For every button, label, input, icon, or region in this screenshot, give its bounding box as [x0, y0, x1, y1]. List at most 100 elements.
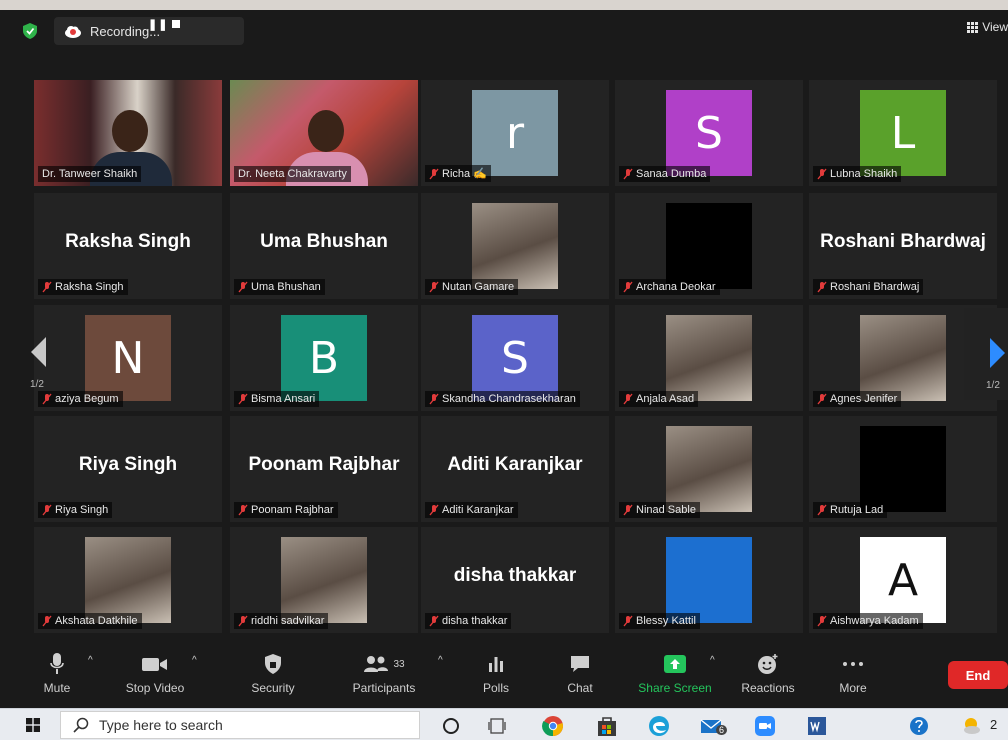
- participant-tile[interactable]: Archana Deokar: [615, 193, 803, 299]
- participant-tile[interactable]: Roshani Bhardwaj Roshani Bhardwaj: [809, 193, 997, 299]
- microphone-icon: [50, 653, 64, 674]
- participant-silhouette: [308, 110, 344, 152]
- participant-tile[interactable]: r Richa ✍: [421, 80, 609, 186]
- participant-display-name: Riya Singh: [78, 454, 178, 475]
- taskbar-search-box[interactable]: Type here to search: [60, 711, 420, 739]
- stop-video-label: Stop Video: [125, 681, 185, 695]
- chat-label: Chat: [567, 681, 593, 695]
- participant-name: Lubna Shaikh: [830, 168, 898, 180]
- grid-view-icon: [967, 21, 979, 33]
- participant-tile[interactable]: S Sanaa Dumba: [615, 80, 803, 186]
- participant-name-tag: Richa ✍: [425, 165, 491, 182]
- audio-options-caret[interactable]: ^: [88, 655, 93, 666]
- profile-photo: [472, 203, 558, 289]
- view-button[interactable]: View: [967, 20, 1008, 34]
- participant-tile[interactable]: B Bisma Ansari: [230, 305, 418, 411]
- participant-display-name: disha thakkar: [453, 565, 577, 586]
- share-options-caret[interactable]: ^: [710, 655, 715, 666]
- participant-name-tag: Lubna Shaikh: [813, 166, 902, 182]
- windows-taskbar: Type here to search 6 2: [0, 708, 1008, 740]
- chat-icon: [571, 656, 589, 672]
- participant-tile[interactable]: Rutuja Lad: [809, 416, 997, 522]
- polls-button[interactable]: Polls: [456, 651, 536, 695]
- stop-recording-button[interactable]: [172, 20, 180, 28]
- cloud-record-icon: [65, 26, 81, 38]
- participant-name-tag: Dr. Neeta Chakravarty: [234, 166, 351, 182]
- participant-tile[interactable]: riddhi sadvilkar: [230, 527, 418, 633]
- participants-button[interactable]: 33 Participants: [344, 651, 424, 695]
- participant-tile[interactable]: Dr. Tanweer Shaikh: [34, 80, 222, 186]
- participant-tile[interactable]: Akshata Datkhile: [34, 527, 222, 633]
- participant-name: Anjala Asad: [636, 393, 695, 405]
- participant-tile[interactable]: Nutan Gamare: [421, 193, 609, 299]
- participant-silhouette: [112, 110, 148, 152]
- chat-button[interactable]: Chat: [540, 651, 620, 695]
- participant-display-name: Uma Bhushan: [260, 231, 388, 252]
- muted-mic-icon: [238, 615, 248, 627]
- participant-tile[interactable]: Uma Bhushan Uma Bhushan: [230, 193, 418, 299]
- muted-mic-icon: [817, 281, 827, 293]
- participant-tile[interactable]: Riya Singh Riya Singh: [34, 416, 222, 522]
- video-options-caret[interactable]: ^: [192, 655, 197, 666]
- more-button[interactable]: More: [813, 651, 893, 695]
- participants-label: Participants: [352, 681, 416, 695]
- reactions-button[interactable]: Reactions: [728, 651, 808, 695]
- windows-start-icon[interactable]: [26, 718, 40, 732]
- muted-mic-icon: [623, 168, 633, 180]
- previous-page-button[interactable]: 1/2: [28, 305, 68, 400]
- avatar-letter: S: [666, 90, 752, 176]
- participant-tile[interactable]: Blessy Kattil: [615, 527, 803, 633]
- pause-recording-button[interactable]: ❚❚: [148, 18, 168, 31]
- participant-tile[interactable]: Raksha Singh Raksha Singh: [34, 193, 222, 299]
- next-page-button[interactable]: 1/2: [964, 308, 1008, 400]
- participant-tile[interactable]: disha thakkar disha thakkar: [421, 527, 609, 633]
- participant-name-tag: Anjala Asad: [619, 391, 699, 407]
- smiley-icon: [758, 654, 778, 674]
- participants-icon: [364, 656, 389, 672]
- participant-tile[interactable]: Ninad Sable: [615, 416, 803, 522]
- participant-tile[interactable]: Poonam Rajbhar Poonam Rajbhar: [230, 416, 418, 522]
- help-icon[interactable]: [908, 715, 930, 737]
- view-button-label: View: [982, 20, 1008, 34]
- participant-tile[interactable]: L Lubna Shaikh: [809, 80, 997, 186]
- participant-tile[interactable]: S Skandha Chandrasekharan: [421, 305, 609, 411]
- participants-options-caret[interactable]: ^: [438, 655, 443, 666]
- participant-name-tag: Skandha Chandrasekharan: [425, 391, 580, 407]
- weather-icon[interactable]: [960, 715, 982, 737]
- participant-name: Nutan Gamare: [442, 281, 515, 293]
- muted-mic-icon: [623, 615, 633, 627]
- profile-photo: [85, 537, 171, 623]
- task-view-icon[interactable]: [486, 715, 508, 737]
- more-label: More: [839, 681, 867, 695]
- zoom-app-icon[interactable]: [754, 715, 776, 737]
- black-video: [666, 203, 752, 289]
- participant-name-tag: Uma Bhushan: [234, 279, 325, 295]
- participant-name-tag: Aditi Karanjkar: [425, 502, 518, 518]
- chrome-icon[interactable]: [542, 715, 564, 737]
- participant-display-name: Roshani Bhardwaj: [820, 231, 986, 252]
- security-button[interactable]: Security: [233, 651, 313, 695]
- muted-mic-icon: [42, 504, 52, 516]
- end-meeting-button[interactable]: End: [948, 661, 1008, 689]
- shield-icon[interactable]: [22, 22, 38, 40]
- cortana-icon[interactable]: [440, 715, 462, 737]
- muted-mic-icon: [238, 504, 248, 516]
- edge-icon[interactable]: [648, 715, 670, 737]
- avatar-letter: B: [281, 315, 367, 401]
- participant-name: Akshata Datkhile: [55, 615, 138, 627]
- participant-name: Bisma Ansari: [251, 393, 316, 405]
- participant-tile[interactable]: Anjala Asad: [615, 305, 803, 411]
- participant-tile[interactable]: Aditi Karanjkar Aditi Karanjkar: [421, 416, 609, 522]
- participant-tile[interactable]: A Aishwarya Kadam: [809, 527, 997, 633]
- store-icon[interactable]: [596, 715, 618, 737]
- participant-name-tag: Roshani Bhardwaj: [813, 279, 924, 295]
- share-screen-button[interactable]: Share Screen: [635, 651, 715, 695]
- mute-label: Mute: [43, 681, 71, 695]
- muted-mic-icon: [42, 615, 52, 627]
- participant-tile[interactable]: Dr. Neeta Chakravarty: [230, 80, 418, 186]
- word-icon[interactable]: [806, 715, 828, 737]
- participant-name-tag: Raksha Singh: [38, 279, 128, 295]
- profile-photo: [666, 426, 752, 512]
- stop-video-button[interactable]: Stop Video: [115, 651, 195, 695]
- mute-button[interactable]: Mute: [17, 651, 97, 695]
